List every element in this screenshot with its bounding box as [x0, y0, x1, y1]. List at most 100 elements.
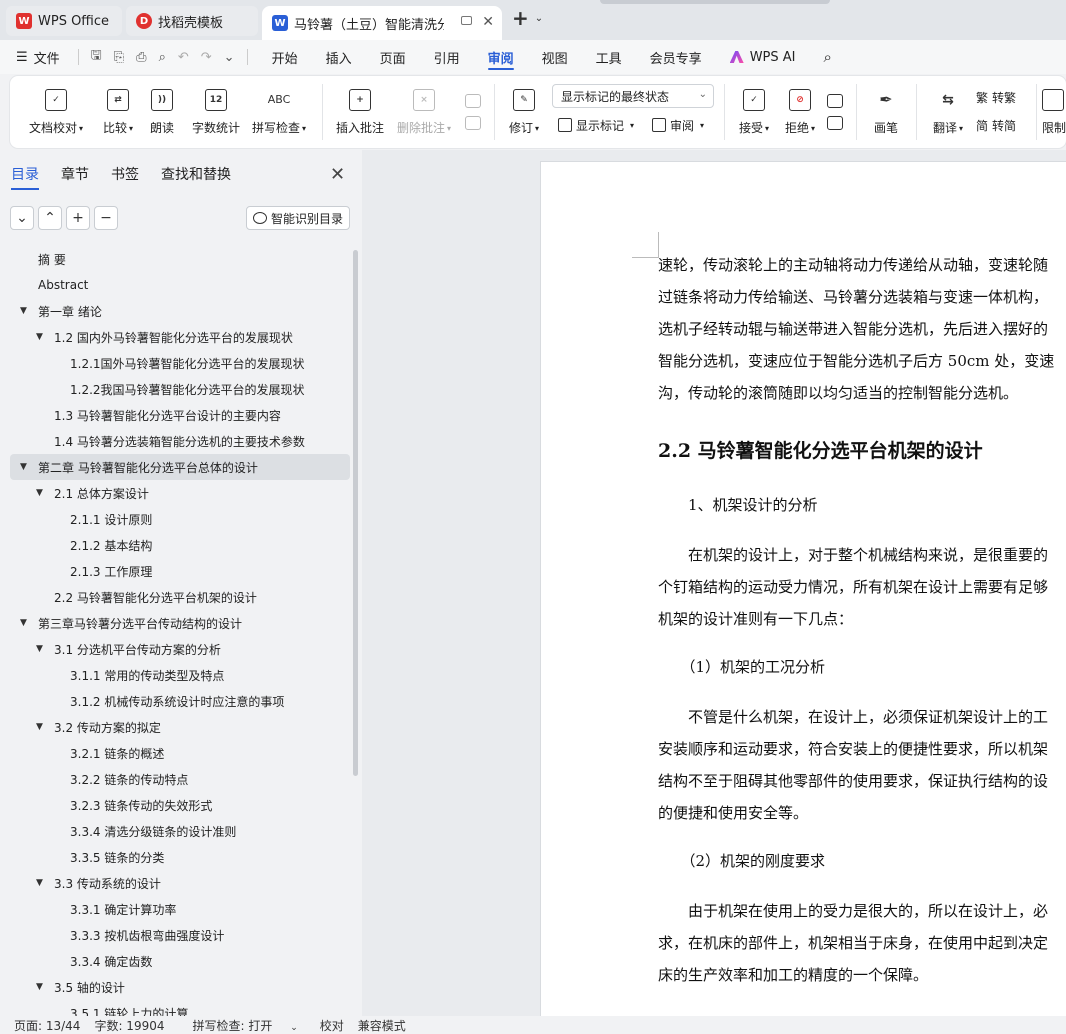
prev-comment-button[interactable] — [462, 76, 484, 148]
window-restore-icon[interactable] — [461, 16, 472, 25]
toc-item[interactable]: 3.1.2 机械传动系统设计时应注意的事项 — [10, 688, 350, 714]
file-menu[interactable]: ☰ 文件 — [0, 40, 74, 74]
print-icon[interactable]: ⎙ — [136, 50, 146, 65]
collapse-down-button[interactable]: ⌄ — [10, 206, 34, 230]
toc-item[interactable]: ▼ 1.2 国内外马铃薯智能化分选平台的发展现状 — [10, 324, 350, 350]
collapse-up-button[interactable]: ⌃ — [38, 206, 62, 230]
to-traditional-button[interactable]: 繁转繁 — [976, 86, 1016, 108]
pen-button[interactable]: ✒ 画笔 — [868, 76, 904, 148]
toc-item[interactable]: 2.1.2 基本结构 — [10, 532, 350, 558]
print-preview-icon[interactable]: ⌕ — [159, 50, 166, 65]
redo-icon[interactable]: ↷ — [201, 50, 212, 65]
toc-item[interactable]: ▼ 第一章 绪论 — [10, 298, 350, 324]
toc-item[interactable]: 3.5.1 链轮上力的计算 — [10, 1000, 350, 1017]
revise-button[interactable]: ✎ 修订 ▾ — [504, 76, 544, 148]
toc-item[interactable]: ▼ 3.5 轴的设计 — [10, 974, 350, 1000]
toc-item-label: 3.3.4 清选分级链条的设计准则 — [70, 824, 237, 839]
tab-toc[interactable]: 目录 — [0, 160, 50, 190]
toc-item[interactable]: 1.3 马铃薯智能化分选平台设计的主要内容 — [10, 402, 350, 428]
word-count-indicator[interactable]: 字数: 19904 — [94, 1017, 164, 1034]
to-simplified-button[interactable]: 简转简 — [976, 114, 1016, 136]
spell-check-status[interactable]: 拼写检查: 打开 ⌄ — [179, 1017, 298, 1034]
menu-tools[interactable]: 工具 — [582, 40, 636, 74]
compare-button[interactable]: ⇄ 比较 ▾ — [96, 76, 140, 148]
delete-comment-button[interactable]: × 删除批注 ▾ — [394, 76, 454, 148]
menu-review[interactable]: 审阅 — [474, 40, 528, 74]
toc-item[interactable]: 1.4 马铃薯分选装箱智能分选机的主要技术参数 — [10, 428, 350, 454]
toc-item[interactable]: 3.2.1 链条的概述 — [10, 740, 350, 766]
show-markup-button[interactable]: 显示标记 ▾ — [558, 114, 634, 136]
proof-status[interactable]: 校对 — [320, 1017, 344, 1034]
spell-check-button[interactable]: ABC 拼写检查 ▾ — [248, 76, 310, 148]
undo-icon[interactable]: ↶ — [178, 50, 189, 65]
more-icon[interactable]: ⌄ — [224, 50, 235, 65]
expand-caret-icon[interactable]: ▼ — [36, 644, 43, 654]
tab-wps-office[interactable]: W WPS Office — [6, 6, 122, 36]
toc-item[interactable]: 3.2.3 链条传动的失效形式 — [10, 792, 350, 818]
word-count-button[interactable]: 12 字数统计 — [188, 76, 244, 148]
toc-item[interactable]: ▼ 第三章马铃薯分选平台传动结构的设计 — [10, 610, 350, 636]
tab-current-document[interactable]: W 马铃薯（土豆）智能清洗分选 ✕ — [262, 6, 502, 40]
add-toc-button[interactable]: + — [66, 206, 90, 230]
toc-item[interactable]: 1.2.1国外马铃薯智能化分选平台的发展现状 — [10, 350, 350, 376]
toc-item[interactable]: 3.3.1 确定计算功率 — [10, 896, 350, 922]
tab-docer-templates[interactable]: D 找稻壳模板 — [126, 6, 258, 36]
search-icon[interactable]: ⌕ — [810, 40, 846, 74]
page-indicator[interactable]: 页面: 13/44 — [14, 1017, 80, 1034]
toc-item[interactable]: 2.1.3 工作原理 — [10, 558, 350, 584]
tab-sections[interactable]: 章节 — [50, 160, 100, 188]
menu-home[interactable]: 开始 — [258, 40, 312, 74]
expand-caret-icon[interactable]: ▼ — [36, 722, 43, 732]
menu-view[interactable]: 视图 — [528, 40, 582, 74]
toc-item[interactable]: Abstract — [10, 272, 350, 298]
export-icon[interactable]: ⎘ — [114, 50, 124, 65]
expand-caret-icon[interactable]: ▼ — [20, 618, 27, 628]
toc-item[interactable]: 3.1.1 常用的传动类型及特点 — [10, 662, 350, 688]
toc-item[interactable]: ▼ 第二章 马铃薯智能化分选平台总体的设计 — [10, 454, 350, 480]
translate-button[interactable]: ⇆ 翻译 ▾ — [926, 76, 970, 148]
toc-item[interactable]: ▼ 2.1 总体方案设计 — [10, 480, 350, 506]
close-pane-icon[interactable]: ✕ — [330, 164, 345, 185]
toc-item[interactable]: ▼ 3.2 传动方案的拟定 — [10, 714, 350, 740]
remove-toc-button[interactable]: − — [94, 206, 118, 230]
doc-check-button[interactable]: ✓ 文档校对 ▾ — [28, 76, 84, 148]
menu-member[interactable]: 会员专享 — [636, 40, 716, 74]
tab-bookmarks[interactable]: 书签 — [100, 160, 150, 188]
prev-change-button[interactable] — [824, 76, 846, 148]
expand-caret-icon[interactable]: ▼ — [20, 462, 27, 472]
review-pane-button[interactable]: 审阅 ▾ — [652, 114, 704, 136]
toc-item[interactable]: 2.1.1 设计原则 — [10, 506, 350, 532]
restrict-editing-button[interactable]: 限制 — [1042, 76, 1066, 148]
toc-item[interactable]: ▼ 3.3 传动系统的设计 — [10, 870, 350, 896]
menu-references[interactable]: 引用 — [420, 40, 474, 74]
menu-page[interactable]: 页面 — [366, 40, 420, 74]
smart-toc-button[interactable]: 智能识别目录 — [246, 206, 350, 230]
save-icon[interactable]: 🖫 — [91, 46, 102, 68]
insert-comment-button[interactable]: + 插入批注 — [334, 76, 386, 148]
new-tab-button[interactable]: + ⌄ — [512, 6, 543, 30]
toc-item[interactable]: 3.3.4 确定齿数 — [10, 948, 350, 974]
markup-display-select[interactable]: 显示标记的最终状态 ⌄ — [552, 84, 714, 108]
expand-caret-icon[interactable]: ▼ — [36, 982, 43, 992]
tab-find-replace[interactable]: 查找和替换 — [150, 160, 242, 188]
accept-button[interactable]: ✓ 接受 ▾ — [734, 76, 774, 148]
toc-item[interactable]: 摘 要 — [10, 246, 350, 272]
close-tab-icon[interactable]: ✕ — [482, 14, 494, 30]
sidebar-scrollbar[interactable] — [353, 250, 358, 776]
wps-ai-button[interactable]: WPS AI — [716, 40, 810, 74]
toc-item[interactable]: 3.3.3 按机齿根弯曲强度设计 — [10, 922, 350, 948]
toc-item[interactable]: 3.3.5 链条的分类 — [10, 844, 350, 870]
reject-button[interactable]: ⊘ 拒绝 ▾ — [780, 76, 820, 148]
expand-caret-icon[interactable]: ▼ — [36, 878, 43, 888]
toc-item[interactable]: 2.2 马铃薯智能化分选平台机架的设计 — [10, 584, 350, 610]
toc-item[interactable]: 1.2.2我国马铃薯智能化分选平台的发展现状 — [10, 376, 350, 402]
expand-caret-icon[interactable]: ▼ — [20, 306, 27, 316]
toc-item[interactable]: ▼ 3.1 分选机平台传动方案的分析 — [10, 636, 350, 662]
toc-item[interactable]: 3.2.2 链条的传动特点 — [10, 766, 350, 792]
expand-caret-icon[interactable]: ▼ — [36, 332, 43, 342]
toc-item[interactable]: 3.3.4 清选分级链条的设计准则 — [10, 818, 350, 844]
menu-insert[interactable]: 插入 — [312, 40, 366, 74]
expand-caret-icon[interactable]: ▼ — [36, 488, 43, 498]
chevron-down-icon[interactable]: ⌄ — [535, 13, 543, 24]
read-aloud-button[interactable]: )) 朗读 — [146, 76, 178, 148]
